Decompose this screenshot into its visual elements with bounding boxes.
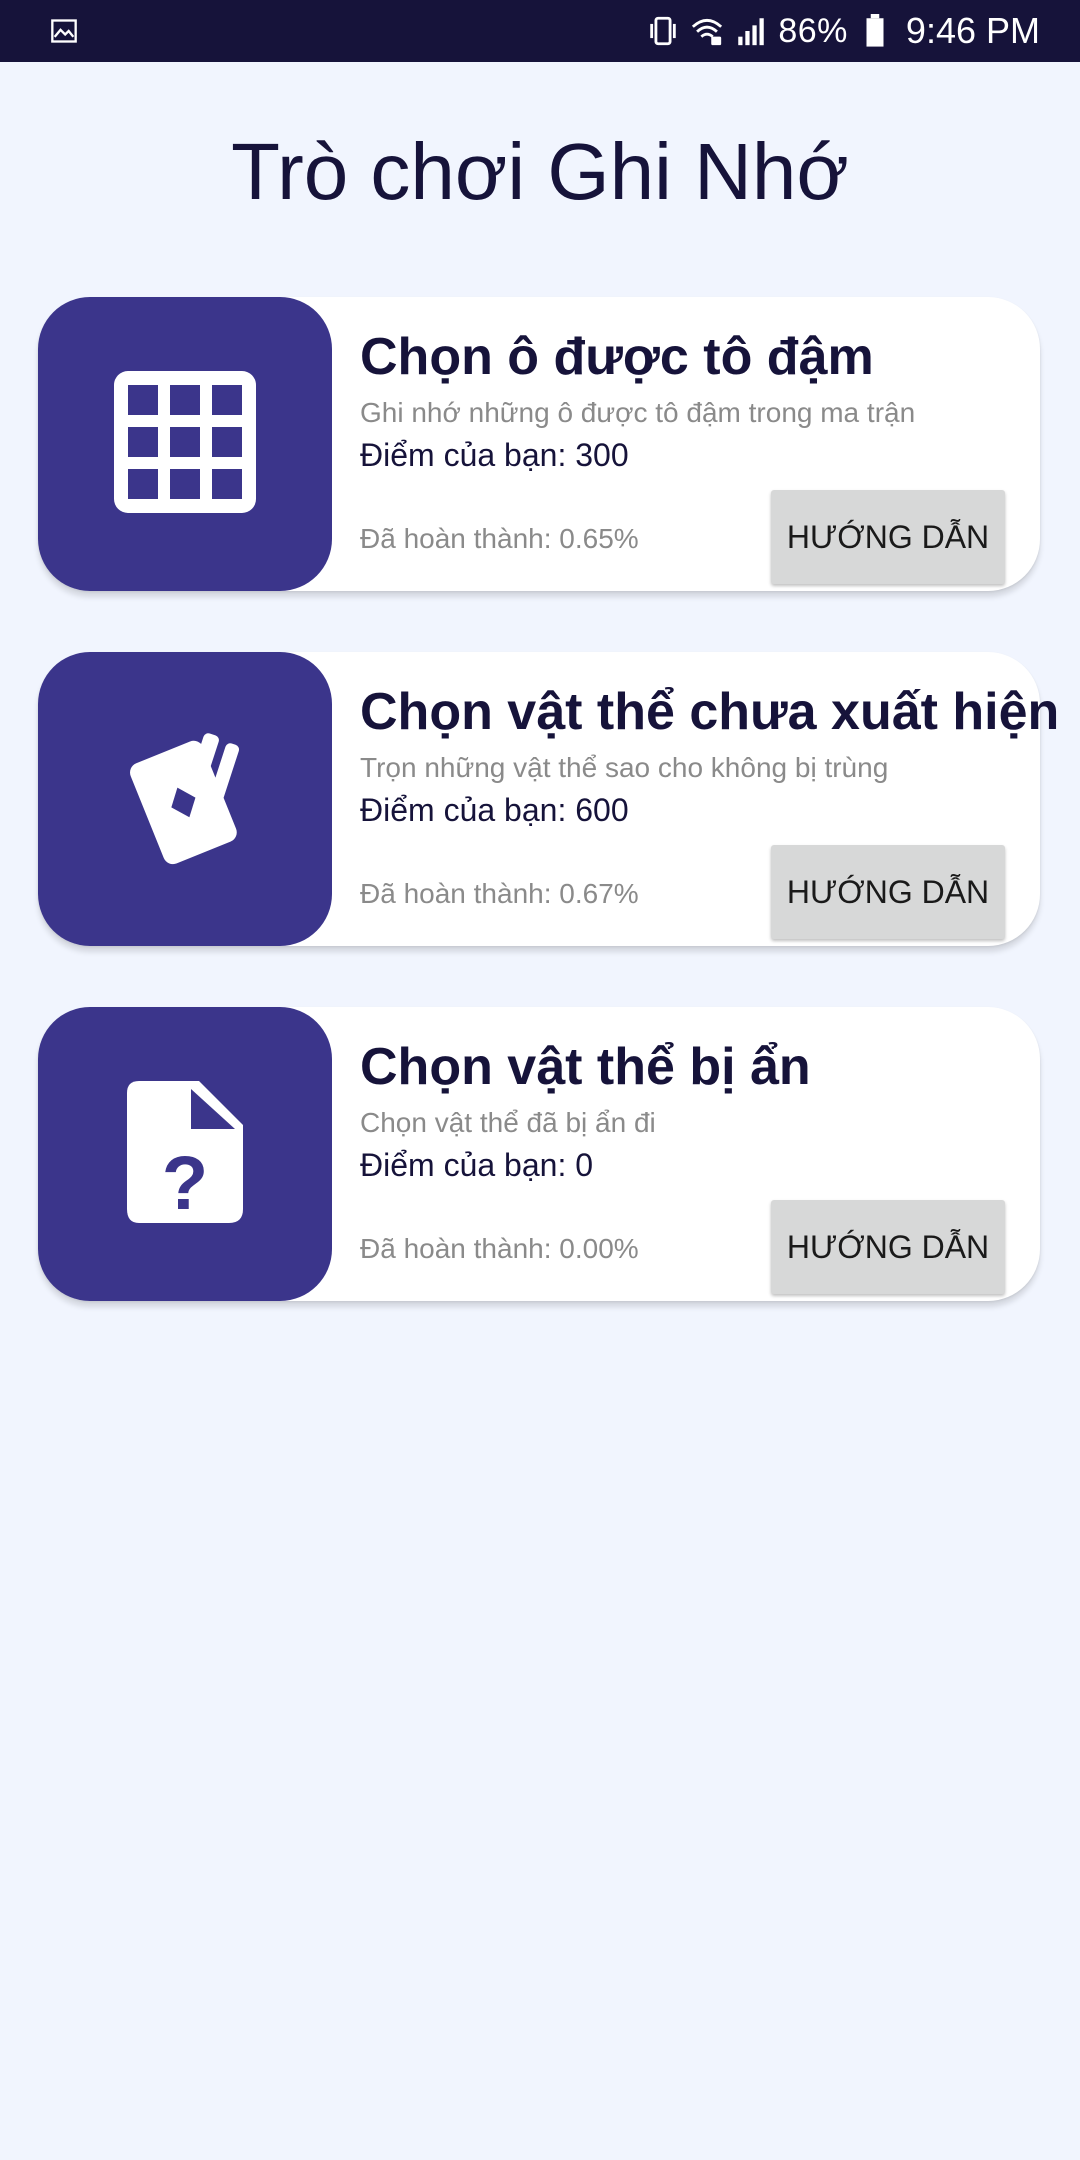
svg-text:?: ?: [162, 1141, 208, 1223]
battery-icon: [858, 14, 892, 48]
game-card-highlighted-cells[interactable]: Chọn ô được tô đậm Ghi nhớ những ô được …: [38, 297, 1040, 591]
wifi-icon: [690, 14, 724, 48]
cards-icon: [105, 722, 265, 877]
battery-percent: 86%: [778, 11, 848, 50]
game-score: Điểm của bạn: 300: [360, 437, 629, 473]
game-description: Ghi nhớ những ô được tô đậm trong ma trậ…: [360, 397, 916, 428]
page-title: Trò chơi Ghi Nhớ: [231, 127, 849, 216]
status-icons: 86% 9:46 PM: [646, 0, 1040, 62]
game-progress: Đã hoàn thành: 0.00%: [360, 1233, 639, 1264]
image-icon: [50, 17, 78, 45]
game-score: Điểm của bạn: 0: [360, 1147, 594, 1183]
grid-icon: [114, 370, 256, 518]
guide-button[interactable]: HƯỚNG DẪN: [771, 1200, 1005, 1294]
vibrate-icon: [646, 14, 680, 48]
game-card-unseen-objects[interactable]: Chọn vật thể chưa xuất hiện Trọn những v…: [38, 652, 1059, 946]
game-title: Chọn vật thể bị ẩn: [360, 1038, 811, 1096]
game-icon-box: [38, 297, 332, 591]
game-title: Chọn vật thể chưa xuất hiện: [360, 683, 1060, 741]
game-icon-box: [38, 652, 332, 946]
guide-button[interactable]: HƯỚNG DẪN: [771, 490, 1005, 584]
game-progress: Đã hoàn thành: 0.65%: [360, 523, 639, 554]
game-progress: Đã hoàn thành: 0.67%: [360, 878, 639, 909]
guide-button[interactable]: HƯỚNG DẪN: [771, 845, 1005, 939]
game-card-hidden-object[interactable]: ? Chọn vật thể bị ẩn Chọn vật thể đã bị …: [38, 1007, 1040, 1301]
clock: 9:46 PM: [905, 10, 1040, 51]
status-bar: 86% 9:46 PM: [0, 0, 1080, 62]
unknown-file-icon: ?: [127, 1080, 243, 1228]
game-score: Điểm của bạn: 600: [360, 792, 629, 828]
game-description: Chọn vật thể đã bị ẩn đi: [360, 1107, 656, 1138]
game-icon-box: ?: [38, 1007, 332, 1301]
game-description: Trọn những vật thể sao cho không bị trùn…: [360, 752, 889, 783]
signal-icon: [734, 14, 768, 48]
game-title: Chọn ô được tô đậm: [360, 328, 874, 386]
